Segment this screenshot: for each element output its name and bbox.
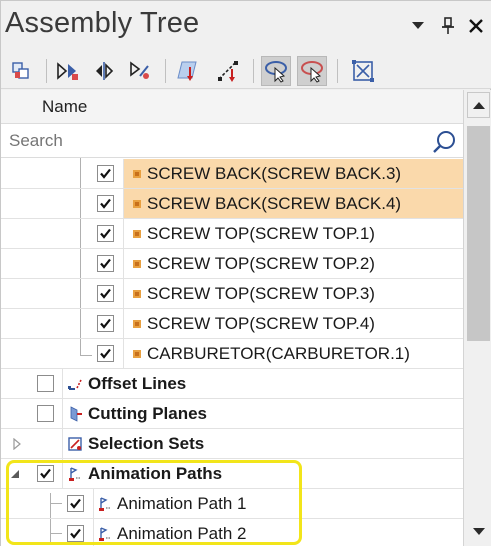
scroll-up-button[interactable] xyxy=(467,92,490,118)
vertical-scrollbar[interactable] xyxy=(463,90,491,546)
row-label-cell: SCREW BACK(SCREW BACK.3) xyxy=(123,159,463,188)
visibility-checkbox[interactable] xyxy=(97,165,114,182)
plane-section-icon[interactable] xyxy=(173,56,203,86)
row-label-cell: SCREW TOP(SCREW TOP.4) xyxy=(123,309,463,338)
toolbar-separator xyxy=(253,59,254,83)
selection-sets-icon xyxy=(67,436,83,452)
toolbar-separator xyxy=(46,59,47,83)
tree-row[interactable]: Cutting Planes xyxy=(1,399,463,429)
row-label-cell: Animation Path 1 xyxy=(93,489,463,518)
panel-title: Assembly Tree xyxy=(5,7,200,39)
row-label: SCREW BACK(SCREW BACK.4) xyxy=(147,194,402,213)
isolate-parts-icon[interactable] xyxy=(6,56,36,86)
scrollbar-thumb[interactable] xyxy=(467,126,490,341)
visibility-checkbox[interactable] xyxy=(97,255,114,272)
part-icon xyxy=(129,316,145,332)
visibility-checkbox[interactable] xyxy=(97,285,114,302)
animation-path-icon xyxy=(97,496,113,512)
row-label: Cutting Planes xyxy=(88,404,208,423)
close-icon[interactable] xyxy=(466,15,486,37)
tree-row[interactable]: SCREW BACK(SCREW BACK.4) xyxy=(1,189,463,219)
fit-view-icon[interactable] xyxy=(348,56,378,86)
part-icon xyxy=(129,286,145,302)
part-icon xyxy=(129,256,145,272)
row-label: SCREW TOP(SCREW TOP.2) xyxy=(147,254,375,273)
animation-path-icon xyxy=(97,526,113,542)
visibility-checkbox[interactable] xyxy=(67,525,84,542)
tree-options-icon[interactable] xyxy=(125,56,155,86)
row-label: SCREW TOP(SCREW TOP.4) xyxy=(147,314,375,333)
deselect-mode-icon[interactable] xyxy=(297,56,327,86)
visibility-checkbox[interactable] xyxy=(67,495,84,512)
row-label-cell: Selection Sets xyxy=(62,429,463,458)
tree-row[interactable]: SCREW TOP(SCREW TOP.2) xyxy=(1,249,463,279)
scroll-down-arrow-icon xyxy=(472,528,485,535)
row-label-cell: SCREW TOP(SCREW TOP.3) xyxy=(123,279,463,308)
toolbar-separator xyxy=(337,59,338,83)
row-label: SCREW BACK(SCREW BACK.3) xyxy=(147,164,402,183)
tree-row[interactable]: Animation Paths xyxy=(1,459,463,489)
cutting-plane-icon xyxy=(67,406,83,422)
row-label-cell: SCREW TOP(SCREW TOP.1) xyxy=(123,219,463,248)
row-label-cell: SCREW BACK(SCREW BACK.4) xyxy=(123,189,463,218)
offset-lines-icon xyxy=(67,376,83,392)
visibility-checkbox[interactable] xyxy=(37,405,54,422)
row-label-cell: CARBURETOR(CARBURETOR.1) xyxy=(123,339,463,368)
part-icon xyxy=(129,226,145,242)
scroll-down-button[interactable] xyxy=(467,519,490,545)
assembly-tree: Name SCREW BACK(SCREW BACK.3) xyxy=(1,90,463,546)
row-label: SCREW TOP(SCREW TOP.3) xyxy=(147,284,375,303)
row-label: Animation Path 1 xyxy=(117,494,247,513)
toolbar xyxy=(1,53,491,89)
visibility-checkbox[interactable] xyxy=(37,375,54,392)
tree-row[interactable]: Selection Sets xyxy=(1,429,463,459)
title-bar: Assembly Tree xyxy=(1,1,491,53)
row-label: SCREW TOP(SCREW TOP.1) xyxy=(147,224,375,243)
row-label-cell: Animation Path 2 xyxy=(93,519,463,546)
visibility-checkbox[interactable] xyxy=(37,465,54,482)
path-points-icon[interactable] xyxy=(213,56,243,86)
visibility-checkbox[interactable] xyxy=(97,225,114,242)
part-icon xyxy=(129,196,145,212)
toolbar-separator xyxy=(165,59,166,83)
tree-row[interactable]: SCREW TOP(SCREW TOP.4) xyxy=(1,309,463,339)
next-level-icon[interactable] xyxy=(53,56,83,86)
tree-row[interactable]: SCREW TOP(SCREW TOP.1) xyxy=(1,219,463,249)
search-icon[interactable] xyxy=(431,129,457,155)
animation-path-icon xyxy=(67,466,83,482)
name-column-label: Name xyxy=(42,97,88,116)
collapse-arrow-icon[interactable] xyxy=(9,467,21,479)
row-label: CARBURETOR(CARBURETOR.1) xyxy=(147,344,410,363)
column-header[interactable]: Name xyxy=(1,90,463,124)
row-label-cell: Cutting Planes xyxy=(62,399,463,428)
scroll-up-arrow-icon xyxy=(472,102,485,109)
tree-row[interactable]: Offset Lines xyxy=(1,369,463,399)
row-label-cell: Animation Paths xyxy=(62,459,463,488)
row-label: Selection Sets xyxy=(88,434,205,453)
row-label: Animation Path 2 xyxy=(117,524,247,543)
visibility-checkbox[interactable] xyxy=(97,345,114,362)
tree-row[interactable]: Animation Path 2 xyxy=(1,519,463,546)
row-label: Animation Paths xyxy=(88,464,223,483)
part-icon xyxy=(129,166,145,182)
search-bar xyxy=(1,124,463,158)
pin-icon[interactable] xyxy=(438,15,458,37)
row-label-cell: Offset Lines xyxy=(62,369,463,398)
row-label: Offset Lines xyxy=(88,374,187,393)
tree-row[interactable]: SCREW TOP(SCREW TOP.3) xyxy=(1,279,463,309)
part-icon xyxy=(129,346,145,362)
tree-row[interactable]: SCREW BACK(SCREW BACK.3) xyxy=(1,159,463,189)
move-parts-icon[interactable] xyxy=(89,56,119,86)
row-label-cell: SCREW TOP(SCREW TOP.2) xyxy=(123,249,463,278)
visibility-checkbox[interactable] xyxy=(97,195,114,212)
assembly-tree-panel: Assembly Tree Name Search SCREW BACK(SCR… xyxy=(0,0,491,546)
dropdown-arrow-icon[interactable] xyxy=(408,15,428,37)
select-mode-icon[interactable] xyxy=(261,56,291,86)
tree-row[interactable]: CARBURETOR(CARBURETOR.1) xyxy=(1,339,463,369)
visibility-checkbox[interactable] xyxy=(97,315,114,332)
expand-arrow-icon[interactable] xyxy=(11,437,23,451)
search-input[interactable] xyxy=(9,128,419,154)
tree-row[interactable]: Animation Path 1 xyxy=(1,489,463,519)
